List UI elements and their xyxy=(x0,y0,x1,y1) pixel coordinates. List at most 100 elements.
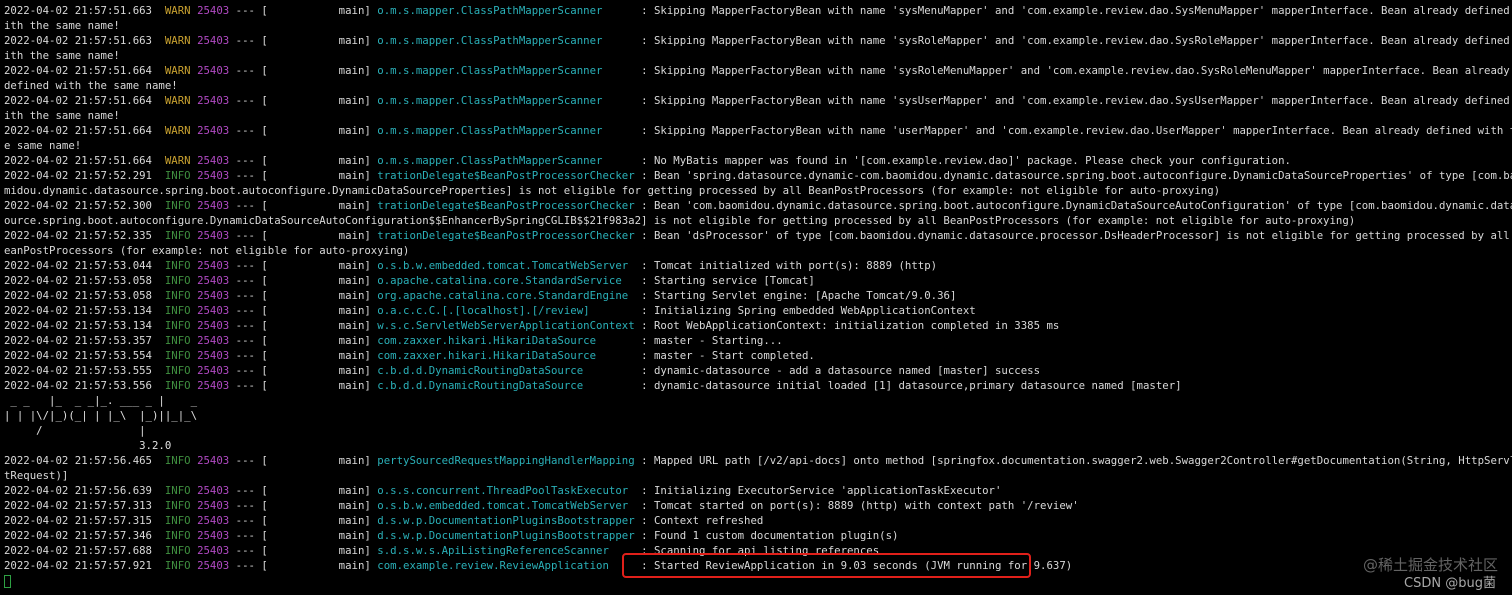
log-timestamp: 2022-04-02 21:57:57.921 xyxy=(4,559,152,572)
log-pid: 25403 xyxy=(197,229,230,242)
log-timestamp: 2022-04-02 21:57:53.134 xyxy=(4,319,152,332)
log-message: Initializing ExecutorService 'applicatio… xyxy=(653,484,1002,497)
log-message: No MyBatis mapper was found in '[com.exa… xyxy=(653,154,1291,167)
log-level: INFO xyxy=(164,514,191,527)
log-message: Starting service [Tomcat] xyxy=(653,274,815,287)
log-message-cont: e same name! xyxy=(4,139,82,152)
log-logger: c.b.d.d.DynamicRoutingDataSource xyxy=(377,364,635,377)
log-line: 2022-04-02 21:57:51.664 WARN 25403 --- [… xyxy=(4,154,1291,167)
log-thread: main xyxy=(338,259,365,272)
log-thread: main xyxy=(338,379,365,392)
log-level: INFO xyxy=(164,259,191,272)
log-thread: main xyxy=(338,4,365,17)
log-logger: o.s.b.w.embedded.tomcat.TomcatWebServer xyxy=(377,499,635,512)
log-line-continuation: e same name! xyxy=(4,138,1512,153)
log-message: Root WebApplicationContext: initializati… xyxy=(653,319,1060,332)
log-level: INFO xyxy=(164,349,191,362)
log-logger: com.zaxxer.hikari.HikariDataSource xyxy=(377,334,635,347)
log-line: 2022-04-02 21:57:57.346 INFO 25403 --- [… xyxy=(4,529,899,542)
highlight-box xyxy=(622,553,1031,578)
log-message: Skipping MapperFactoryBean with name 'sy… xyxy=(653,34,1512,47)
log-message-cont: defined with the same name! xyxy=(4,79,178,92)
log-level: INFO xyxy=(164,334,191,347)
cursor-icon xyxy=(4,574,11,588)
log-line-continuation: defined with the same name! xyxy=(4,78,1512,93)
log-pid: 25403 xyxy=(197,364,230,377)
log-logger: o.apache.catalina.core.StandardService xyxy=(377,274,635,287)
log-line: 2022-04-02 21:57:51.663 WARN 25403 --- [… xyxy=(4,33,1512,48)
log-level: INFO xyxy=(164,364,191,377)
log-timestamp: 2022-04-02 21:57:51.664 xyxy=(4,124,152,137)
ascii-banner-line: | | |\/|_)(_| | |_\ |_)||_|_\ xyxy=(4,409,198,422)
log-line: 2022-04-02 21:57:56.465 INFO 25403 --- [… xyxy=(4,453,1512,468)
log-pid: 25403 xyxy=(197,499,230,512)
log-timestamp: 2022-04-02 21:57:53.058 xyxy=(4,289,152,302)
log-message: dynamic-datasource - add a datasource na… xyxy=(653,364,1041,377)
log-logger: trationDelegate$BeanPostProcessorChecker xyxy=(377,199,635,212)
log-message: Found 1 custom documentation plugin(s) xyxy=(653,529,899,542)
log-line: 2022-04-02 21:57:51.664 WARN 25403 --- [… xyxy=(4,123,1512,138)
log-thread: main xyxy=(338,334,365,347)
log-line-continuation: midou.dynamic.datasource.spring.boot.aut… xyxy=(4,183,1512,198)
log-line: 2022-04-02 21:57:51.664 WARN 25403 --- [… xyxy=(4,64,1510,77)
log-level: WARN xyxy=(164,64,191,77)
log-pid: 25403 xyxy=(197,334,230,347)
log-line: 2022-04-02 21:57:57.315 INFO 25403 --- [… xyxy=(4,514,764,527)
log-line: 2022-04-02 21:57:51.664 WARN 25403 --- [… xyxy=(4,93,1512,108)
log-level: INFO xyxy=(164,544,191,557)
log-logger: s.d.s.w.s.ApiListingReferenceScanner xyxy=(377,544,635,557)
log-level: INFO xyxy=(164,529,191,542)
log-timestamp: 2022-04-02 21:57:53.134 xyxy=(4,304,152,317)
ascii-banner-line: / | xyxy=(4,424,146,437)
log-pid: 25403 xyxy=(197,319,230,332)
log-pid: 25403 xyxy=(197,559,230,572)
log-line-continuation: ith the same name! xyxy=(4,48,1512,63)
log-line: 2022-04-02 21:57:52.335 INFO 25403 --- [… xyxy=(4,228,1512,243)
log-level: WARN xyxy=(164,94,191,107)
log-line: 2022-04-02 21:57:53.134 INFO 25403 --- [… xyxy=(4,319,1060,332)
terminal-console[interactable]: 2022-04-02 21:57:51.663 WARN 25403 --- [… xyxy=(0,0,1512,595)
log-message: master - Starting... xyxy=(653,334,783,347)
log-logger: o.s.b.w.embedded.tomcat.TomcatWebServer xyxy=(377,259,635,272)
log-level: WARN xyxy=(164,34,191,47)
log-line: 2022-04-02 21:57:53.058 INFO 25403 --- [… xyxy=(4,274,815,287)
log-level: INFO xyxy=(164,499,191,512)
log-timestamp: 2022-04-02 21:57:51.664 xyxy=(4,64,152,77)
log-message-cont: ith the same name! xyxy=(4,109,120,122)
log-pid: 25403 xyxy=(197,154,230,167)
log-logger: o.m.s.mapper.ClassPathMapperScanner xyxy=(377,4,635,17)
log-thread: main xyxy=(338,544,365,557)
log-line: 2022-04-02 21:57:53.134 INFO 25403 --- [… xyxy=(4,304,976,317)
log-timestamp: 2022-04-02 21:57:56.639 xyxy=(4,484,152,497)
log-logger: com.example.review.ReviewApplication xyxy=(377,559,635,572)
log-pid: 25403 xyxy=(197,484,230,497)
log-timestamp: 2022-04-02 21:57:57.346 xyxy=(4,529,152,542)
log-line: 2022-04-02 21:57:57.313 INFO 25403 --- [… xyxy=(4,499,1079,512)
log-timestamp: 2022-04-02 21:57:51.664 xyxy=(4,94,152,107)
log-line: 2022-04-02 21:57:56.639 INFO 25403 --- [… xyxy=(4,484,1002,497)
log-message: Context refreshed xyxy=(653,514,764,527)
log-pid: 25403 xyxy=(197,34,230,47)
log-pid: 25403 xyxy=(197,124,230,137)
log-pid: 25403 xyxy=(197,529,230,542)
log-level: INFO xyxy=(164,289,191,302)
log-level: WARN xyxy=(164,154,191,167)
log-timestamp: 2022-04-02 21:57:51.664 xyxy=(4,154,152,167)
log-logger: w.s.c.ServletWebServerApplicationContext xyxy=(377,319,635,332)
log-logger: o.s.s.concurrent.ThreadPoolTaskExecutor xyxy=(377,484,635,497)
log-message: Skipping MapperFactoryBean with name 'sy… xyxy=(653,4,1512,17)
log-thread: main xyxy=(338,304,365,317)
log-timestamp: 2022-04-02 21:57:53.555 xyxy=(4,364,152,377)
log-level: INFO xyxy=(164,484,191,497)
log-message: Starting Servlet engine: [Apache Tomcat/… xyxy=(653,289,957,302)
log-message: Initializing Spring embedded WebApplicat… xyxy=(653,304,976,317)
log-message-cont: ith the same name! xyxy=(4,19,120,32)
log-thread: main xyxy=(338,559,365,572)
log-pid: 25403 xyxy=(197,64,230,77)
log-thread: main xyxy=(338,154,365,167)
log-level: INFO xyxy=(164,304,191,317)
log-pid: 25403 xyxy=(197,94,230,107)
log-message-cont: ource.spring.boot.autoconfigure.DynamicD… xyxy=(4,214,1356,227)
csdn-watermark: CSDN @bug菌 xyxy=(1404,576,1496,591)
log-line-continuation: eanPostProcessors (for example: not elig… xyxy=(4,243,1512,258)
